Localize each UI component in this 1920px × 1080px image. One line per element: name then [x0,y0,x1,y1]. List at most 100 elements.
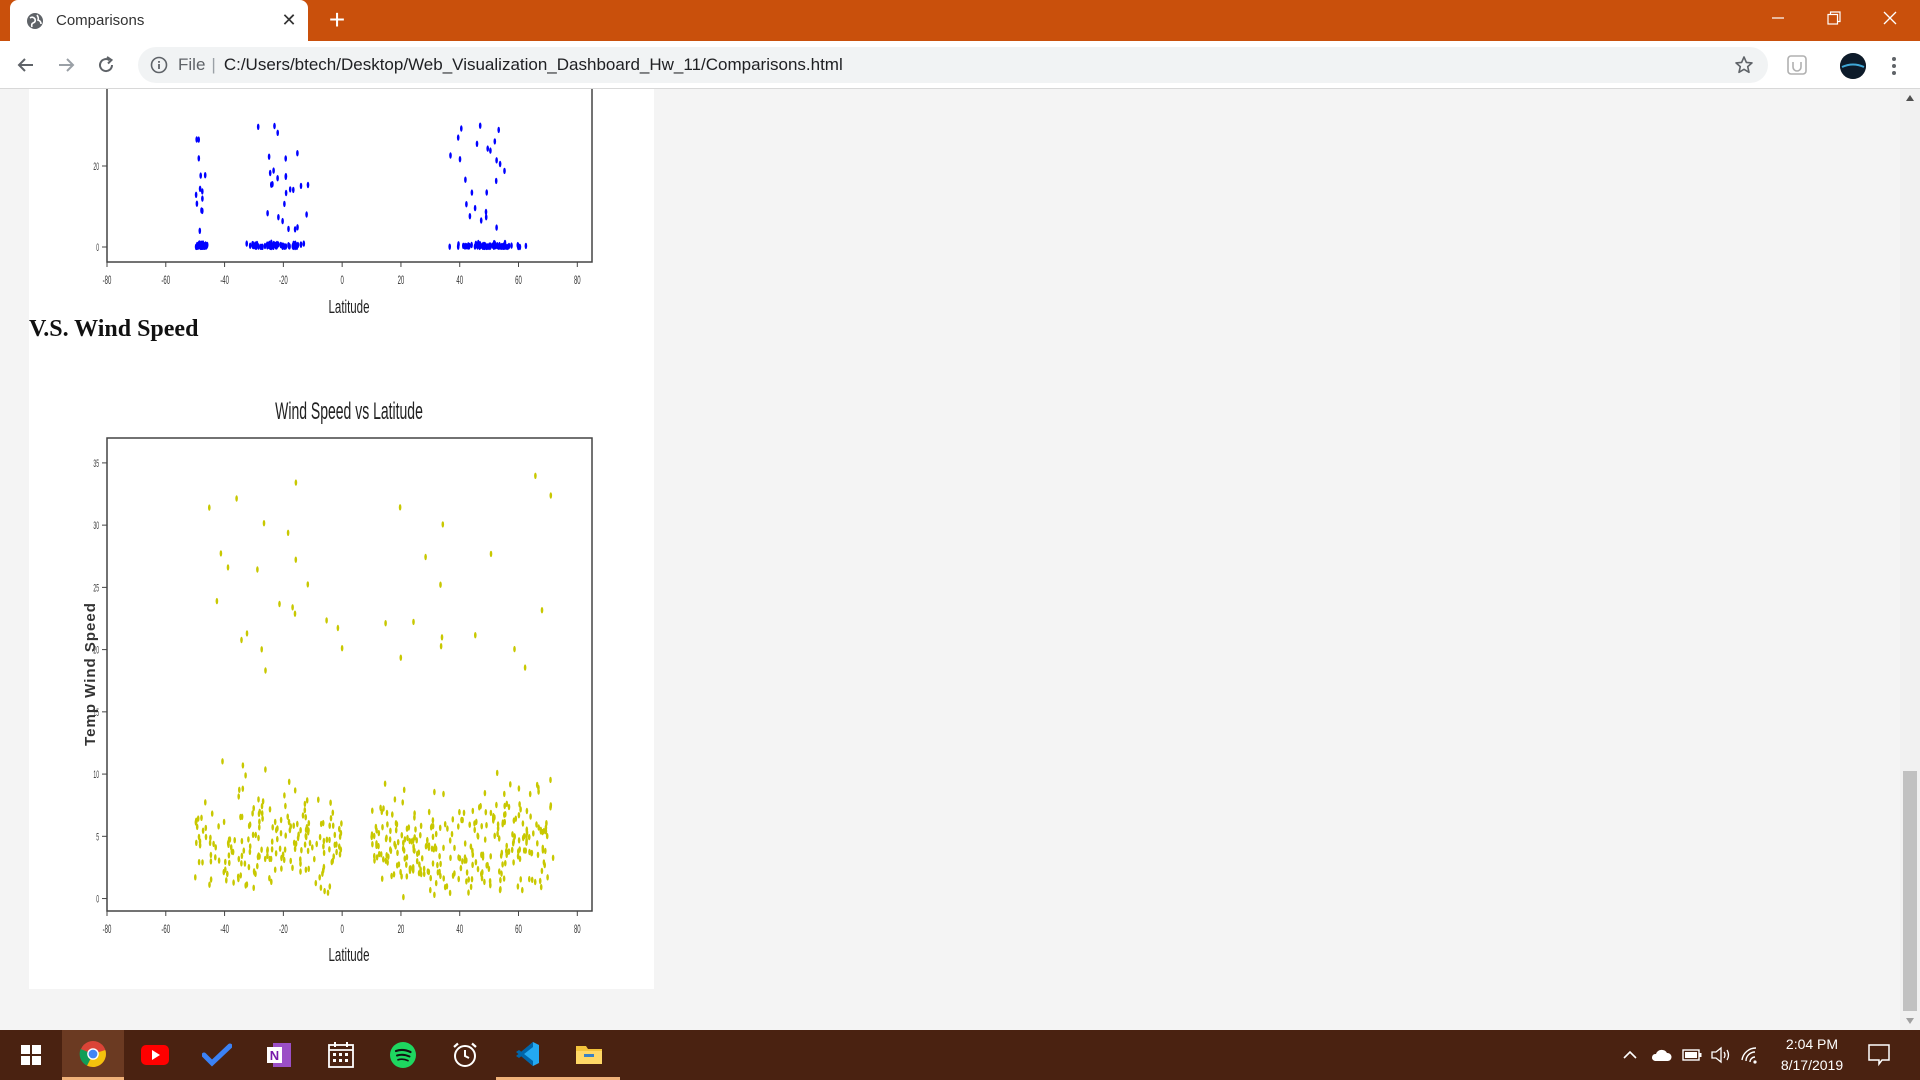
scatter-point [238,786,241,793]
start-button[interactable] [0,1030,62,1080]
bookmark-star-icon[interactable] [1734,55,1754,75]
taskbar-file-explorer[interactable] [558,1030,620,1080]
volume-icon[interactable] [1710,1046,1732,1064]
scatter-point [198,838,202,845]
scatter-point [427,808,431,816]
scatter-point [505,847,508,855]
scatter-point [204,833,208,841]
scatter-point [270,838,274,845]
scatter-point [408,867,412,875]
profile-avatar[interactable] [1840,53,1866,79]
browser-menu-button[interactable] [1884,53,1904,79]
plot-frame [106,89,593,263]
scatter-point [540,867,544,875]
chevron-up-icon[interactable] [1622,1048,1638,1062]
taskbar-calendar[interactable] [310,1030,372,1080]
y-tick-label: 35 [93,457,99,470]
back-button[interactable] [10,49,42,81]
scatter-point [296,820,299,828]
reload-button[interactable] [90,49,122,81]
scatter-point [439,643,443,650]
scatter-point [399,654,403,661]
scatter-point [286,529,290,536]
taskbar-spotify[interactable] [372,1030,434,1080]
scatter-point [392,871,396,878]
scatter-point [302,240,306,247]
scatter-point [539,828,543,835]
scatter-point [486,243,489,250]
scatter-point [194,874,197,881]
scatter-point [448,243,452,250]
scatter-point [239,872,242,879]
scatter-point [273,866,277,873]
scatter-point [513,645,516,653]
scatter-point [276,175,279,182]
scatter-point [252,884,255,891]
scatter-point [524,242,528,250]
scatter-point [504,811,507,818]
scatter-point [248,843,252,850]
taskbar-vscode[interactable] [496,1030,558,1080]
browser-tab-active[interactable]: Comparisons ✕ [10,0,308,41]
scatter-point [432,846,436,853]
scatter-point [307,820,311,827]
scatter-point [406,834,409,842]
scatter-point [293,226,297,233]
scatter-point [305,797,309,804]
scatter-point [240,852,244,859]
scatter-point [494,177,498,185]
scatter-point [536,840,539,847]
address-url[interactable]: C:/Users/btech/Desktop/Web_Visualization… [224,55,843,75]
scatter-point [283,200,286,208]
scatter-point [276,835,279,843]
scatter-point [217,857,221,864]
taskbar-alarm-clock[interactable] [434,1030,496,1080]
scatter-point [470,189,474,196]
address-bar[interactable]: File | C:/Users/btech/Desktop/Web_Visual… [138,47,1768,83]
extension-icon[interactable] [1786,54,1808,76]
scatter-point [307,865,311,872]
scatter-point [233,837,236,844]
chart-points [194,122,528,251]
page-scrollbar[interactable] [1900,89,1920,1030]
restore-button[interactable] [1806,0,1862,36]
scatter-point [272,167,275,174]
scatter-point [274,850,278,857]
scroll-up-button[interactable] [1900,89,1920,107]
scatter-point [222,818,226,826]
taskbar-clock[interactable]: 2:04 PM 8/17/2019 [1762,1034,1862,1076]
scatter-point [476,833,480,840]
scroll-thumb[interactable] [1903,771,1917,1011]
taskbar-youtube[interactable] [124,1030,186,1080]
scatter-point [527,833,531,841]
scatter-point [195,839,198,846]
taskbar-chrome[interactable] [62,1030,124,1080]
scatter-point [465,869,469,876]
scatter-point [401,845,405,852]
scatter-point [375,842,378,849]
notification-center-icon[interactable] [1866,1042,1892,1068]
close-tab-icon[interactable]: ✕ [274,6,304,36]
scatter-point [519,876,522,883]
scatter-point [371,841,374,848]
taskbar-onenote[interactable]: N [248,1030,310,1080]
scatter-point [507,803,511,811]
scatter-point [485,189,489,196]
scatter-point [503,818,507,826]
wifi-icon[interactable] [1740,1046,1760,1064]
minimize-button[interactable] [1750,0,1806,36]
info-icon[interactable] [150,56,168,74]
forward-button[interactable] [50,49,82,81]
battery-icon[interactable] [1682,1049,1702,1061]
scatter-point [270,243,274,250]
scroll-down-button[interactable] [1900,1012,1920,1030]
scatter-point [525,807,529,815]
close-window-button[interactable] [1862,0,1918,36]
scatter-point [338,843,341,850]
new-tab-button[interactable]: + [322,6,352,36]
scatter-point [402,839,405,847]
taskbar-todo[interactable] [186,1030,248,1080]
scatter-point [448,889,452,897]
scatter-point [438,824,442,831]
onedrive-cloud-icon[interactable] [1650,1048,1672,1062]
